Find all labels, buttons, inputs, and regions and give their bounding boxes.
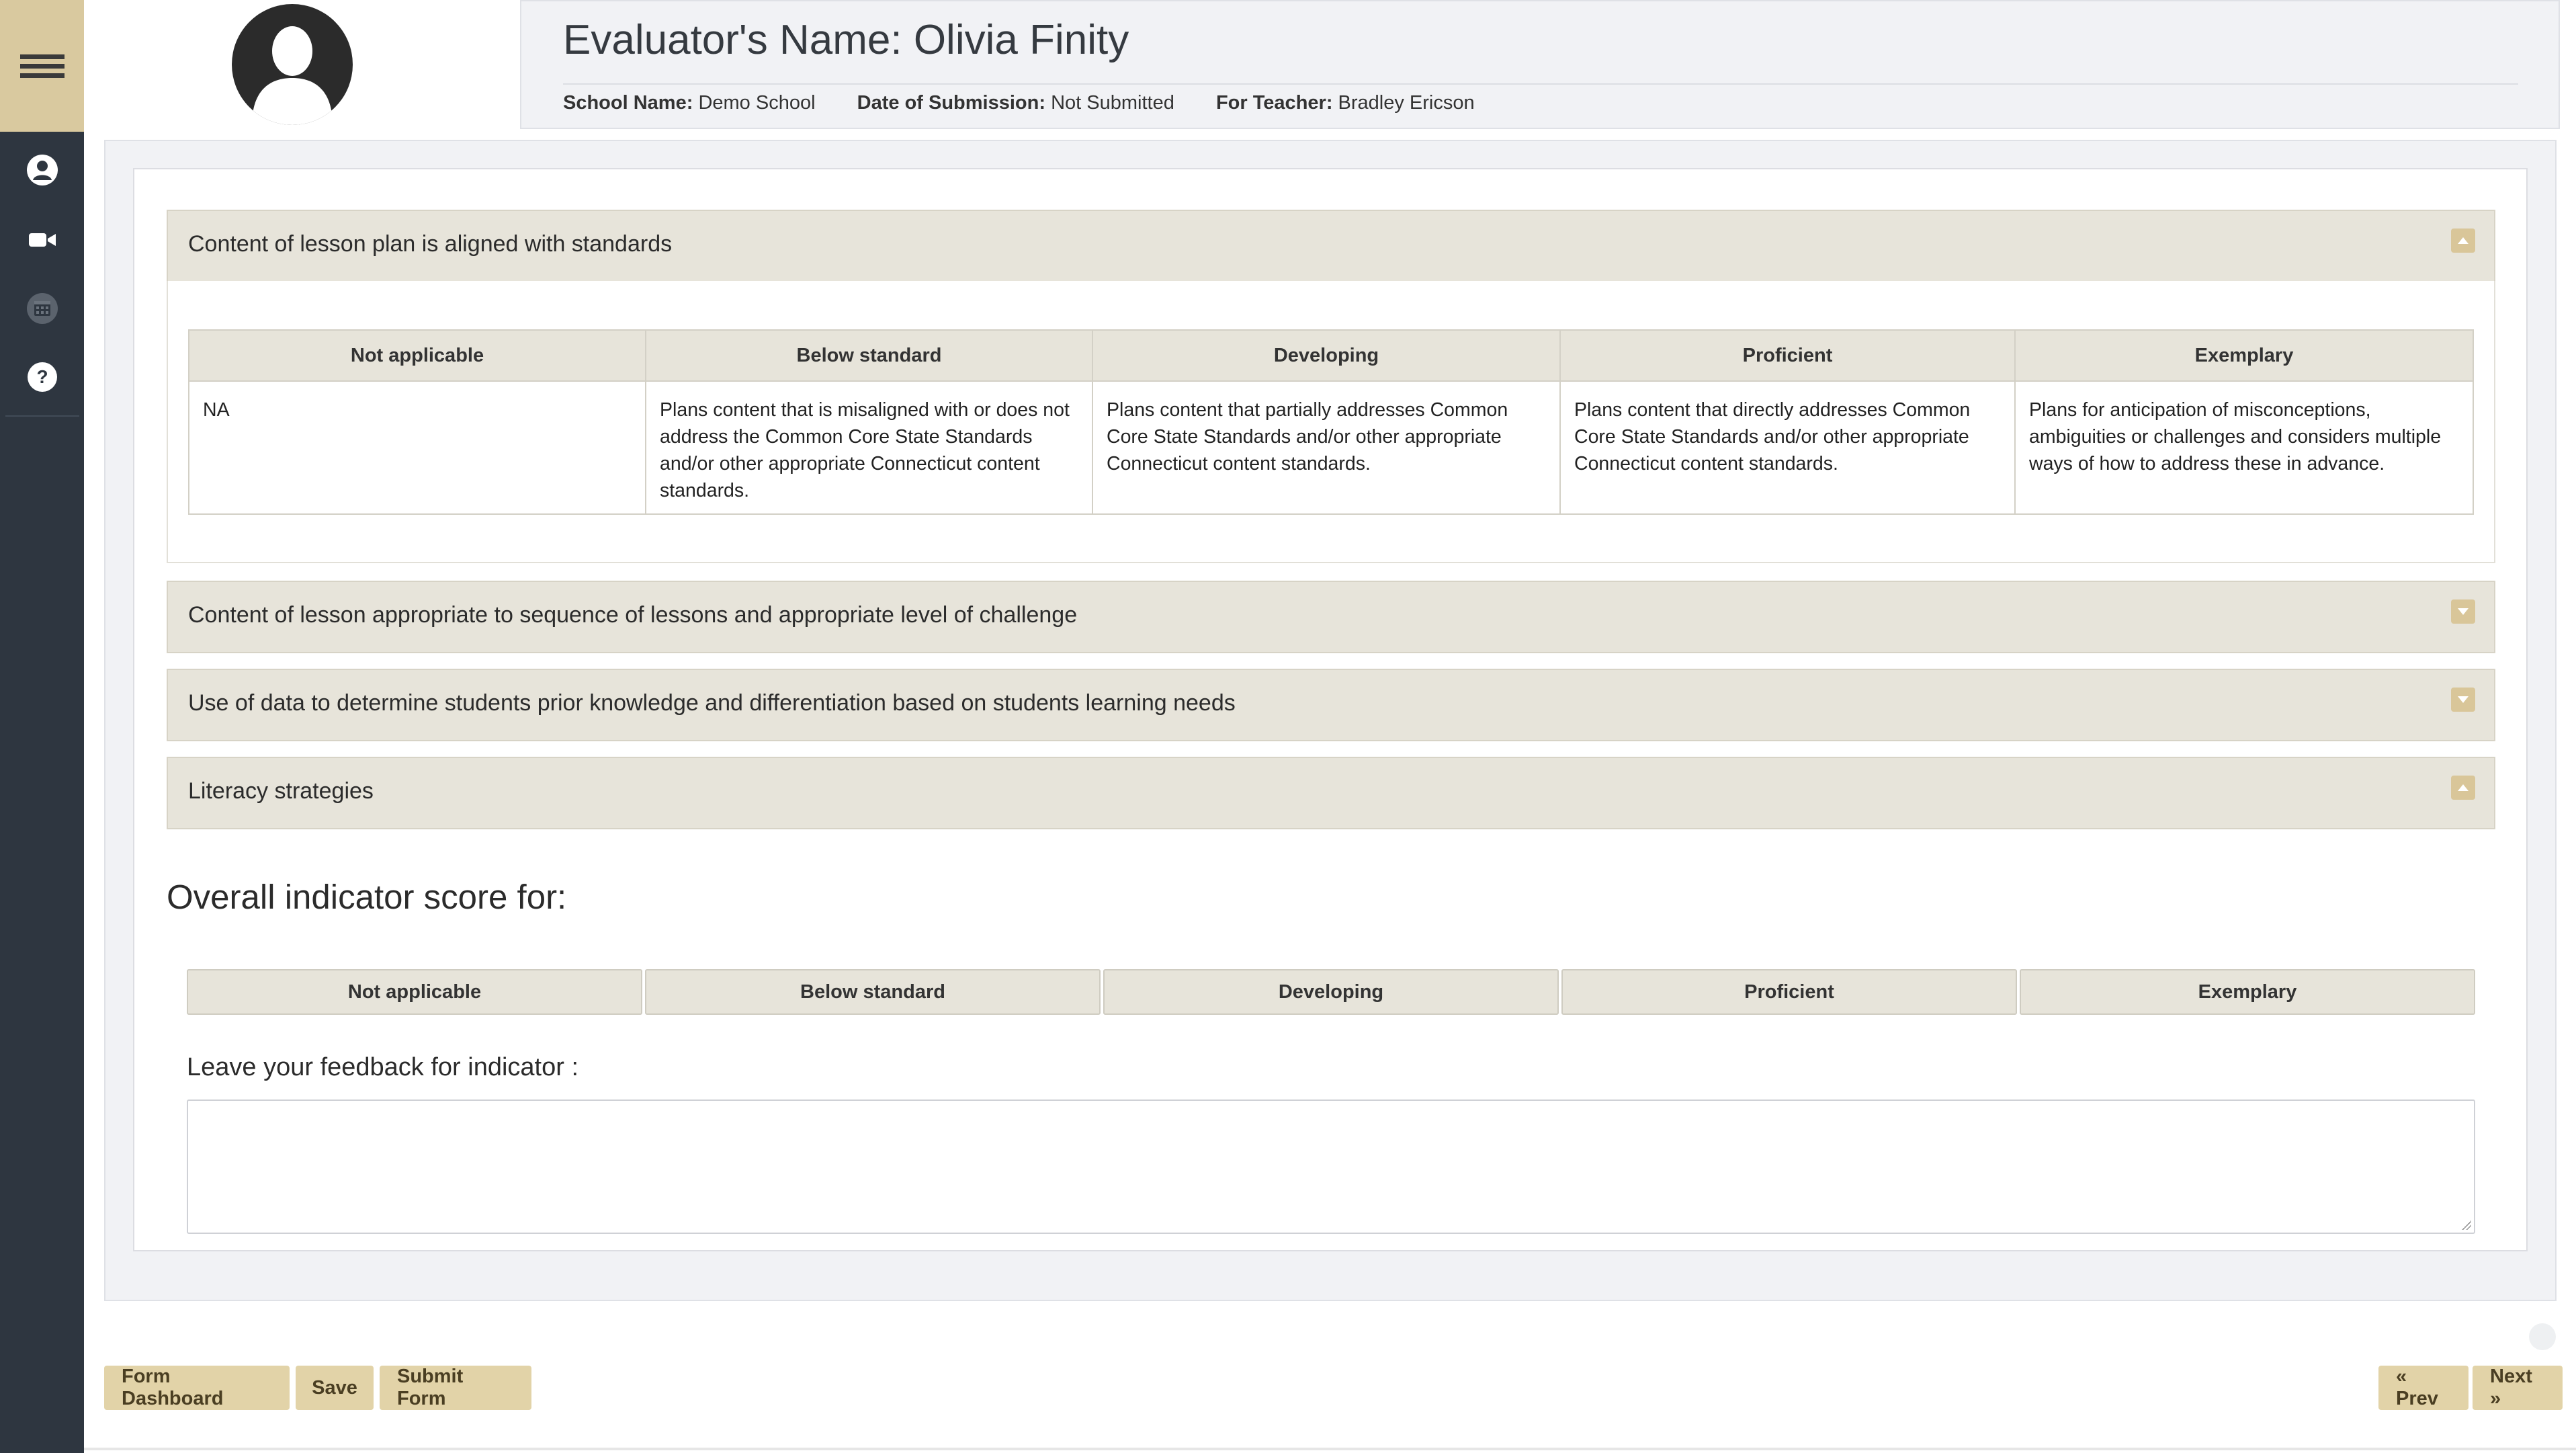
rubric-column-text: Plans content that partially addresses C… (1107, 399, 1508, 474)
rubric-column-text: Plans content that is misaligned with or… (660, 399, 1070, 501)
avatar (232, 4, 353, 125)
accordion-title: Content of lesson appropriate to sequenc… (188, 602, 1078, 628)
rubric-column-head: Developing (1093, 331, 1559, 382)
scroll-indicator[interactable] (2529, 1323, 2556, 1350)
avatar-area (84, 0, 521, 132)
rubric-column-head: Proficient (1561, 331, 2014, 382)
accordion-data-differentiation[interactable]: Use of data to determine students prior … (167, 669, 2495, 741)
bottom-divider (84, 1448, 2576, 1450)
score-option-below-standard[interactable]: Below standard (645, 969, 1101, 1015)
submit-form-button[interactable]: Submit Form (380, 1366, 531, 1410)
user-silhouette-icon (252, 26, 333, 125)
video-camera-icon (28, 233, 56, 247)
calendar-icon (26, 293, 58, 324)
resize-handle-icon[interactable] (2462, 1220, 2471, 1230)
feedback-label: Leave your feedback for indicator : (187, 1053, 579, 1081)
score-option-developing[interactable]: Developing (1103, 969, 1559, 1015)
accordion-lesson-sequence[interactable]: Content of lesson appropriate to sequenc… (167, 581, 2495, 653)
calendar-nav-button[interactable] (0, 278, 84, 339)
svg-text:?: ? (36, 366, 48, 387)
rubric-column-text: Plans content that directly addresses Co… (1574, 399, 1971, 474)
chevron-down-icon (2458, 608, 2468, 615)
teacher-label: For Teacher: (1215, 92, 1333, 114)
menu-toggle-button[interactable] (0, 0, 84, 132)
overall-score-options: Not applicable Below standard Developing… (187, 969, 2475, 1015)
sidebar: ? (0, 0, 84, 1453)
sidebar-divider (5, 415, 79, 417)
overall-score-title: Overall indicator score for: (167, 878, 567, 916)
prev-button[interactable]: « Prev (2378, 1366, 2468, 1410)
profile-nav-button[interactable] (0, 140, 84, 200)
rubric-column-exemplary[interactable]: Exemplary Plans for anticipation of misc… (2014, 329, 2474, 515)
evaluation-meta: School Name: Demo School Date of Submiss… (563, 92, 1475, 114)
accordion-literacy-strategies[interactable]: Literacy strategies (167, 757, 2495, 829)
accordion-standards-alignment[interactable]: Content of lesson plan is aligned with s… (167, 210, 2495, 282)
rubric-table: Not applicable NA Below standard Plans c… (188, 329, 2474, 515)
expand-toggle-button[interactable] (2451, 688, 2475, 712)
accordion-title: Use of data to determine students prior … (188, 690, 1236, 716)
help-nav-button[interactable]: ? (0, 347, 84, 407)
hamburger-menu-icon (19, 50, 65, 83)
school-name-label: School Name: (563, 92, 693, 114)
accordion-title: Literacy strategies (188, 778, 374, 804)
video-nav-button[interactable] (0, 210, 84, 270)
rubric-column-not-applicable[interactable]: Not applicable NA (188, 329, 646, 515)
feedback-textarea[interactable] (187, 1099, 2475, 1234)
school-name-value: Demo School (698, 92, 816, 114)
page-title: Evaluator's Name: Olivia Finity (563, 17, 1129, 63)
header-divider (563, 83, 2518, 85)
next-button[interactable]: Next » (2473, 1366, 2563, 1410)
chevron-down-icon (2458, 696, 2468, 703)
accordion-title: Content of lesson plan is aligned with s… (188, 231, 673, 257)
rubric-column-head: Exemplary (2016, 331, 2473, 382)
rubric-column-developing[interactable]: Developing Plans content that partially … (1092, 329, 1561, 515)
rubric-column-head: Not applicable (189, 331, 645, 382)
collapse-toggle-button[interactable] (2451, 229, 2475, 253)
rubric-column-text: Plans for anticipation of misconceptions… (2029, 399, 2442, 474)
teacher-value: Bradley Ericson (1338, 92, 1475, 114)
rubric-column-below-standard[interactable]: Below standard Plans content that is mis… (645, 329, 1093, 515)
expand-toggle-button[interactable] (2451, 599, 2475, 624)
rubric-column-head: Below standard (646, 331, 1092, 382)
score-option-proficient[interactable]: Proficient (1561, 969, 2017, 1015)
chevron-up-icon (2458, 237, 2468, 244)
form-dashboard-button[interactable]: Form Dashboard (104, 1366, 290, 1410)
submission-date-label: Date of Submission: (857, 92, 1046, 114)
page: ? Evaluator's Name: Olivia Finity School… (0, 0, 2576, 1453)
help-circle-icon: ? (27, 362, 57, 392)
submission-date-value: Not Submitted (1051, 92, 1174, 114)
collapse-toggle-button[interactable] (2451, 776, 2475, 800)
rubric-column-proficient[interactable]: Proficient Plans content that directly a… (1559, 329, 2016, 515)
user-circle-icon (26, 155, 58, 185)
score-option-exemplary[interactable]: Exemplary (2020, 969, 2475, 1015)
chevron-up-icon (2458, 784, 2468, 791)
rubric-column-text: NA (203, 399, 230, 421)
score-option-not-applicable[interactable]: Not applicable (187, 969, 642, 1015)
save-button[interactable]: Save (296, 1366, 374, 1410)
evaluation-header: Evaluator's Name: Olivia Finity School N… (520, 0, 2560, 129)
